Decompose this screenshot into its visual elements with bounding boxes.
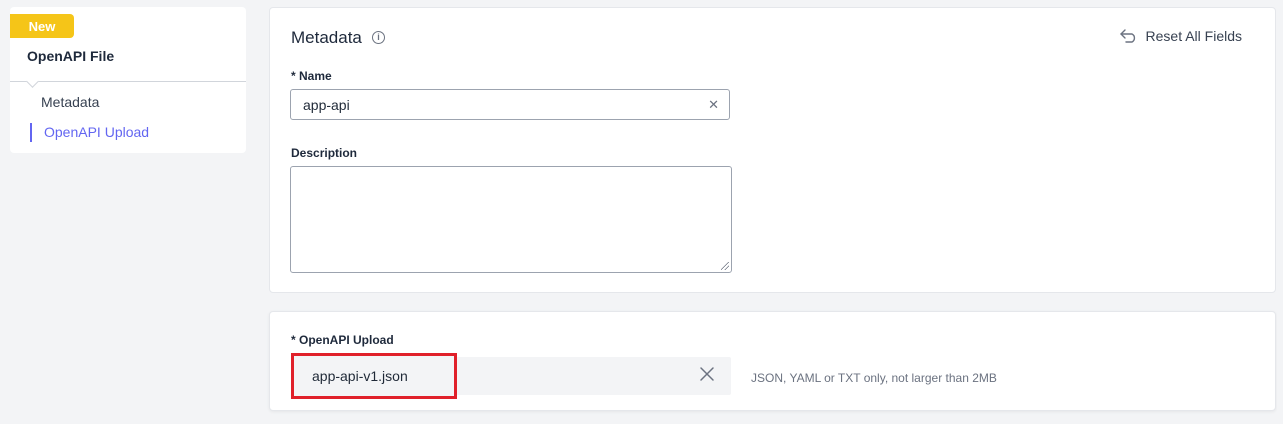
info-icon[interactable]: i xyxy=(372,31,385,44)
new-badge: New xyxy=(10,14,74,38)
undo-arrow-icon xyxy=(1119,29,1138,43)
sidebar-title: OpenAPI File xyxy=(27,48,115,64)
resize-grip-icon[interactable] xyxy=(721,262,729,270)
metadata-card: Metadata i Reset All Fields * Name app-a… xyxy=(269,7,1276,293)
reset-all-fields-button[interactable]: Reset All Fields xyxy=(1119,28,1242,44)
name-input[interactable]: app-api ✕ xyxy=(290,89,730,120)
name-label: * Name xyxy=(291,69,332,83)
metadata-title: Metadata xyxy=(291,28,362,47)
upload-field[interactable]: app-api-v1.json xyxy=(291,353,731,399)
reset-all-fields-label: Reset All Fields xyxy=(1145,28,1242,44)
upload-hint: JSON, YAML or TXT only, not larger than … xyxy=(751,371,997,385)
description-textarea[interactable] xyxy=(290,166,732,273)
sidebar-item-openapi-upload[interactable]: OpenAPI Upload xyxy=(30,123,149,142)
upload-card: * OpenAPI Upload app-api-v1.json JSON, Y… xyxy=(269,311,1276,411)
scrollbar-track[interactable] xyxy=(1277,0,1283,424)
name-input-value: app-api xyxy=(303,96,350,113)
sidebar-caret xyxy=(26,75,39,88)
remove-file-icon[interactable] xyxy=(699,366,715,387)
clear-name-icon[interactable]: ✕ xyxy=(708,97,719,113)
uploaded-file-name: app-api-v1.json xyxy=(291,353,457,399)
description-label: Description xyxy=(291,146,358,160)
sidebar-item-metadata[interactable]: Metadata xyxy=(41,94,99,110)
openapi-upload-label: * OpenAPI Upload xyxy=(291,333,394,347)
sidebar: New OpenAPI File Metadata OpenAPI Upload xyxy=(10,7,246,153)
sidebar-divider xyxy=(10,81,246,82)
